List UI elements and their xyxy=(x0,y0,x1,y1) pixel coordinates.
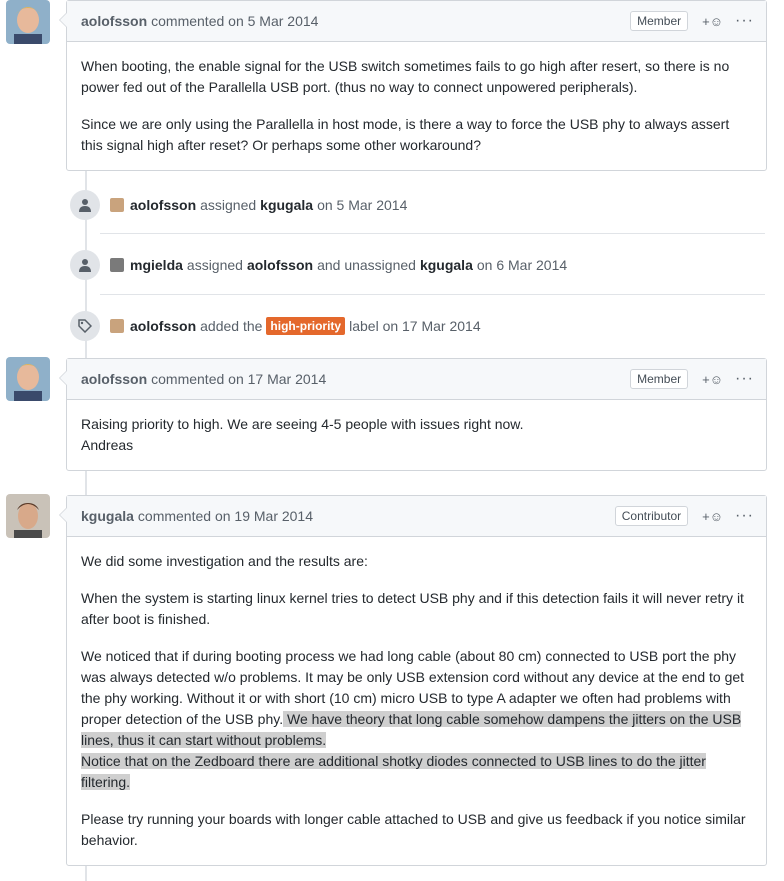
event-target[interactable]: kgugala xyxy=(260,197,313,213)
event-text: added the xyxy=(200,318,263,334)
more-options-icon[interactable]: ··· xyxy=(735,507,754,525)
comment-paragraph: We did some investigation and the result… xyxy=(81,553,368,569)
tag-icon xyxy=(70,311,100,341)
comment-2: aolofsson commented on 17 Mar 2014 Membe… xyxy=(59,358,767,471)
comment-line: Raising priority to high. We are seeing … xyxy=(81,416,524,432)
add-reaction-icon[interactable]: +☺ xyxy=(702,14,723,29)
event-assigned-unassigned: mgielda assigned aolofsson and unassigne… xyxy=(70,248,567,282)
event-target[interactable]: aolofsson xyxy=(247,257,313,273)
mini-avatar[interactable] xyxy=(110,198,124,212)
more-options-icon[interactable]: ··· xyxy=(735,370,754,388)
add-reaction-icon[interactable]: +☺ xyxy=(702,509,723,524)
comment-author[interactable]: aolofsson xyxy=(81,371,147,387)
comment-author[interactable]: kgugala xyxy=(81,508,134,524)
event-text: assigned xyxy=(186,257,243,273)
comment-timestamp[interactable]: commented on 5 Mar 2014 xyxy=(151,13,318,29)
add-reaction-icon[interactable]: +☺ xyxy=(702,372,723,387)
comment-3: kgugala commented on 19 Mar 2014 Contrib… xyxy=(59,495,767,866)
comment-body: Raising priority to high. We are seeing … xyxy=(67,400,766,470)
comment-paragraph: We noticed that if during booting proces… xyxy=(81,646,752,793)
divider xyxy=(100,233,765,234)
mini-avatar[interactable] xyxy=(110,319,124,333)
label-high-priority[interactable]: high-priority xyxy=(266,317,346,335)
event-date[interactable]: on 5 Mar 2014 xyxy=(317,197,407,213)
event-target[interactable]: kgugala xyxy=(420,257,473,273)
more-options-icon[interactable]: ··· xyxy=(735,12,754,30)
comment-header: aolofsson commented on 5 Mar 2014 Member… xyxy=(67,1,766,42)
avatar-aolofsson[interactable] xyxy=(6,357,50,401)
role-badge: Member xyxy=(630,11,689,31)
comment-timestamp[interactable]: commented on 19 Mar 2014 xyxy=(138,508,313,524)
comment-header: kgugala commented on 19 Mar 2014 Contrib… xyxy=(67,496,766,537)
event-actor[interactable]: aolofsson xyxy=(130,318,196,334)
comment-paragraph: When booting, the enable signal for the … xyxy=(81,58,730,95)
comment-timestamp[interactable]: commented on 17 Mar 2014 xyxy=(151,371,326,387)
role-badge: Member xyxy=(630,369,689,389)
avatar-aolofsson[interactable] xyxy=(6,0,50,44)
event-text: and unassigned xyxy=(317,257,416,273)
event-date[interactable]: label on 17 Mar 2014 xyxy=(349,318,481,334)
comment-paragraph: When the system is starting linux kernel… xyxy=(81,590,744,627)
divider xyxy=(100,294,765,295)
role-badge: Contributor xyxy=(614,506,689,526)
person-icon xyxy=(70,250,100,280)
event-text: assigned xyxy=(200,197,257,213)
event-actor[interactable]: aolofsson xyxy=(130,197,196,213)
comment-header: aolofsson commented on 17 Mar 2014 Membe… xyxy=(67,359,766,400)
person-icon xyxy=(70,190,100,220)
comment-author[interactable]: aolofsson xyxy=(81,13,147,29)
comment-line: Andreas xyxy=(81,437,134,453)
comment-paragraph: Since we are only using the Parallella i… xyxy=(81,116,730,153)
event-actor[interactable]: mgielda xyxy=(130,257,183,273)
comment-body: We did some investigation and the result… xyxy=(67,537,766,865)
comment-1: aolofsson commented on 5 Mar 2014 Member… xyxy=(59,0,767,171)
avatar-kgugala[interactable] xyxy=(6,494,50,538)
comment-paragraph: Please try running your boards with long… xyxy=(81,811,746,848)
comment-body: When booting, the enable signal for the … xyxy=(67,42,766,170)
event-date[interactable]: on 6 Mar 2014 xyxy=(477,257,567,273)
event-labeled: aolofsson added the high-priority label … xyxy=(70,309,481,343)
selected-text[interactable]: Notice that on the Zedboard there are ad… xyxy=(81,753,706,790)
event-assigned: aolofsson assigned kgugala on 5 Mar 2014 xyxy=(70,188,407,222)
mini-avatar[interactable] xyxy=(110,258,124,272)
